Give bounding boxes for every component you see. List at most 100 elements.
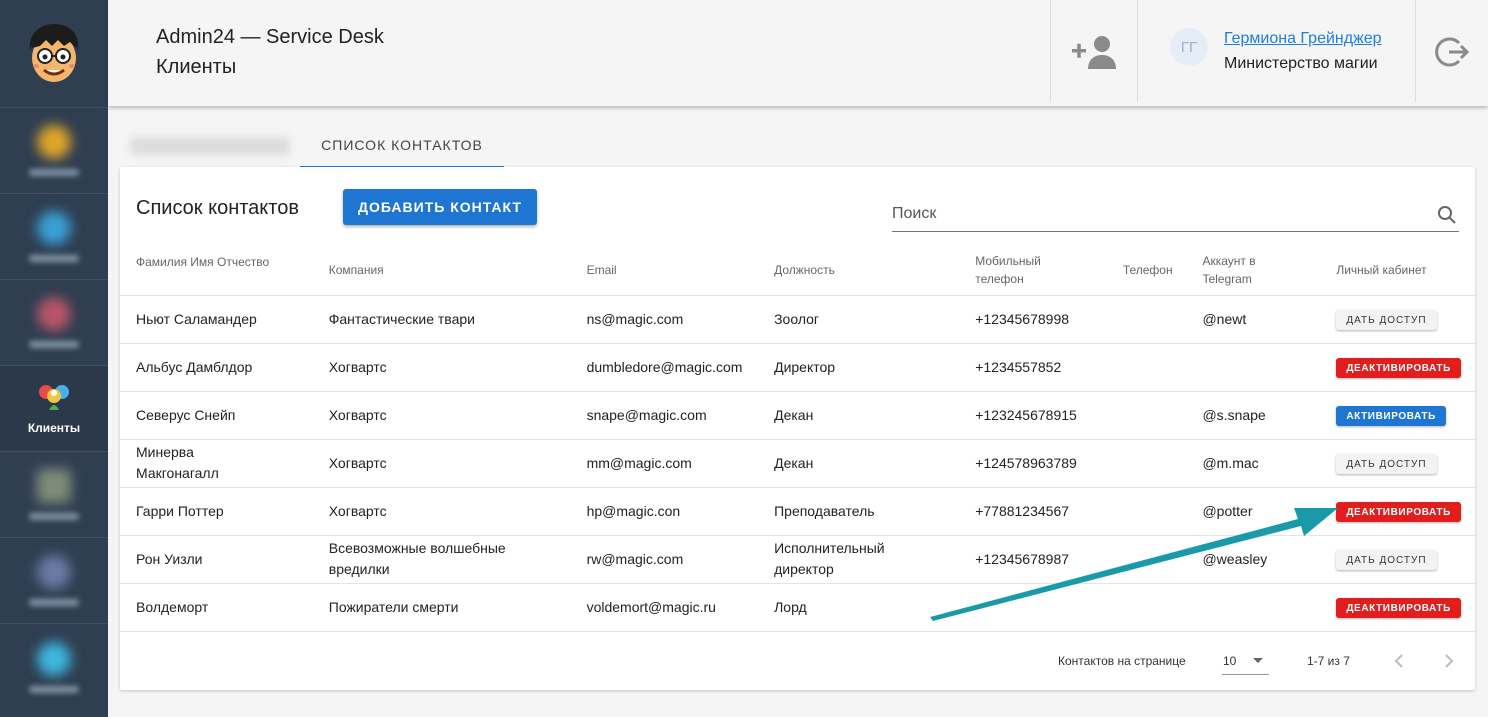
table-header-row: Фамилия Имя Отчество Компания Email Долж… (120, 245, 1475, 295)
pagination-range: 1-7 из 7 (1307, 654, 1350, 668)
cell-name: Альбус Дамблдор (120, 342, 329, 391)
cell-position: Декан (774, 438, 976, 487)
cell-telegram: @m.mac (1202, 438, 1337, 487)
sidebar-item-6-icon (37, 555, 71, 589)
cell-mobile: +12345678987 (975, 534, 1123, 583)
clients-icon (39, 384, 69, 410)
table-row[interactable]: Гарри Поттер Хогвартс hp@magic.con Преподав… (120, 486, 1475, 535)
deactivate-button[interactable]: ДЕАКТИВИРОВАТЬ (1336, 358, 1461, 379)
header-divider (1050, 0, 1051, 102)
chevron-left-icon (1394, 654, 1403, 668)
sidebar-item-6[interactable] (0, 538, 108, 624)
sidebar-item-5[interactable] (0, 452, 108, 538)
cell-name: Северус Снейп (120, 390, 329, 439)
search-icon[interactable] (1437, 205, 1457, 225)
sidebar-item-2-icon (37, 211, 71, 245)
column-header-position[interactable]: Должность (774, 245, 975, 295)
sidebar-item-1-icon (37, 125, 71, 159)
prev-page-button[interactable] (1387, 649, 1411, 673)
cell-phone (1122, 438, 1203, 487)
deactivate-button[interactable]: ДЕАКТИВИРОВАТЬ (1336, 598, 1461, 619)
table-row[interactable]: Волдеморт Пожиратели смерти voldemort@magi… (120, 582, 1475, 632)
sidebar-item-6-label (29, 599, 79, 606)
cell-phone (1122, 294, 1203, 343)
sidebar-item-2[interactable] (0, 194, 108, 280)
avatar-logo-icon (29, 23, 79, 82)
cell-telegram: @newt (1202, 294, 1337, 343)
app-title: Admin24 — Service Desk (156, 26, 384, 48)
sidebar-item-7-icon (37, 641, 71, 676)
cell-phone (1122, 342, 1203, 391)
cell-telegram (1202, 582, 1337, 632)
logout-button[interactable] (1416, 0, 1488, 104)
rows-per-page-value: 10 (1223, 653, 1237, 668)
search-input[interactable] (892, 197, 1412, 231)
table-row[interactable]: Рон Уизли Всевозможные волшебные вредилки… (120, 534, 1475, 583)
cell-name: Ньют Саламандер (120, 294, 329, 343)
cell-mobile: +77881234567 (975, 486, 1123, 535)
user-name-link[interactable]: Гермиона Грейнджер (1224, 30, 1382, 48)
rows-per-page-label: Контактов на странице (1058, 654, 1186, 668)
tab-companies[interactable] (120, 124, 300, 168)
cell-mobile: +1234557852 (975, 342, 1123, 391)
table-row[interactable]: Ньют Саламандер Фантастические твари ns@ma… (120, 294, 1475, 343)
column-header-name[interactable]: Фамилия Имя Отчество (120, 245, 329, 295)
add-user-icon (1072, 36, 1116, 69)
sidebar-item-5-label (29, 513, 79, 520)
cell-phone (1122, 486, 1203, 535)
page-title: Клиенты (156, 56, 237, 78)
cell-name: Рон Уизли (120, 534, 329, 583)
next-page-button[interactable] (1437, 649, 1461, 673)
cell-company: Хогвартс (328, 438, 587, 487)
top-header: Admin24 — Service Desk Клиенты ГГ Гермио… (108, 0, 1488, 106)
deactivate-button[interactable]: ДЕАКТИВИРОВАТЬ (1336, 502, 1461, 523)
column-header-phone[interactable]: Телефон (1123, 245, 1203, 295)
cell-position: Лорд (774, 582, 976, 632)
sidebar-item-3-label (29, 341, 79, 348)
column-header-mobile[interactable]: Мобильный телефон (975, 245, 1123, 295)
cell-company: Всевозможные волшебные вредилки (328, 534, 587, 583)
cell-phone (1122, 582, 1203, 632)
grant-access-button[interactable]: ДАТЬ ДОСТУП (1336, 550, 1437, 571)
cell-email: snape@magic.com (586, 390, 775, 439)
cell-phone (1122, 534, 1203, 583)
user-profile: ГГ Гермиона Грейнджер Министерство магии (1138, 0, 1416, 104)
add-user-button[interactable] (1052, 0, 1138, 104)
table-row[interactable]: Северус Снейп Хогвартс snape@magic.com Дека… (120, 390, 1475, 439)
cell-mobile: +12345678998 (975, 294, 1123, 343)
grant-access-button[interactable]: ДАТЬ ДОСТУП (1336, 454, 1437, 475)
cell-email: ns@magic.com (586, 294, 775, 343)
rows-per-page-select[interactable]: 10 (1222, 647, 1269, 675)
sidebar-item-1[interactable] (0, 108, 108, 194)
cell-email: rw@magic.com (586, 534, 775, 583)
cell-position: Директор (774, 342, 976, 391)
grant-access-button[interactable]: ДАТЬ ДОСТУП (1336, 310, 1437, 331)
app-logo[interactable] (0, 0, 108, 108)
cell-telegram (1202, 342, 1337, 391)
column-header-cabinet[interactable]: Личный кабинет (1336, 245, 1475, 295)
search-field (892, 197, 1459, 232)
table-row[interactable]: Альбус Дамблдор Хогвартс dumbledore@magic.… (120, 342, 1475, 391)
cell-cabinet: АКТИВИРОВАТЬ (1336, 390, 1475, 439)
add-contact-button[interactable]: ДОБАВИТЬ КОНТАКТ (343, 189, 537, 225)
sidebar-item-3[interactable] (0, 280, 108, 366)
cell-company: Хогвартс (328, 342, 587, 391)
cell-name: Минерва Макгонагалл (120, 438, 329, 487)
tab-contacts[interactable]: СПИСОК КОНТАКТОВ (300, 124, 504, 168)
logout-icon (1435, 37, 1469, 67)
cell-position: Зоолог (774, 294, 976, 343)
column-header-email[interactable]: Email (587, 245, 775, 295)
cell-email: mm@magic.com (586, 438, 775, 487)
cell-cabinet: ДЕАКТИВИРОВАТЬ (1336, 582, 1475, 632)
avatar: ГГ (1170, 28, 1208, 66)
column-header-telegram[interactable]: Аккаунт в Telegram (1202, 245, 1336, 295)
cell-email: voldemort@magic.ru (586, 582, 775, 632)
sidebar-item-7[interactable] (0, 624, 108, 710)
cell-company: Фантастические твари (328, 294, 587, 343)
table-row[interactable]: Минерва Макгонагалл Хогвартс mm@magic.com Д… (120, 438, 1475, 487)
cell-cabinet: ДАТЬ ДОСТУП (1336, 294, 1475, 343)
sidebar-item-clients[interactable]: Клиенты (0, 366, 108, 452)
tab-bar: СПИСОК КОНТАКТОВ (120, 124, 504, 168)
activate-button[interactable]: АКТИВИРОВАТЬ (1336, 406, 1446, 427)
column-header-company[interactable]: Компания (329, 245, 587, 295)
